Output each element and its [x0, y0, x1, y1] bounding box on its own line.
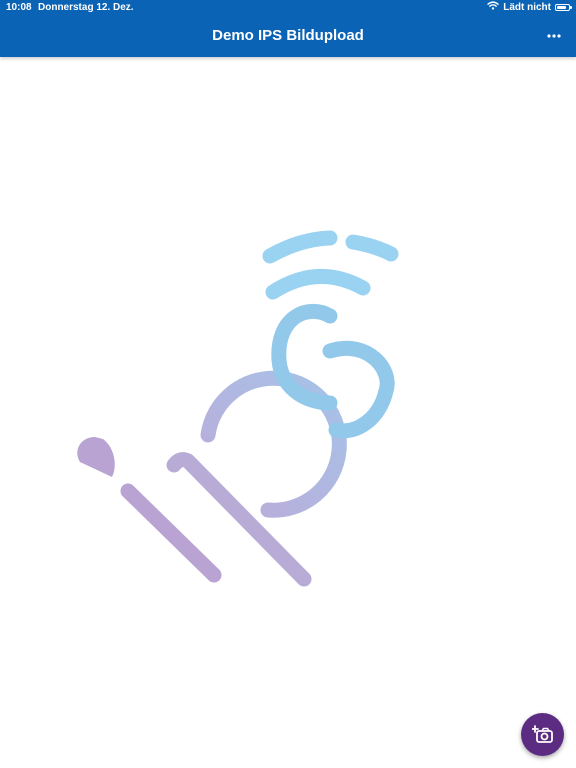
logo-dot: [77, 437, 115, 477]
status-bar: 10:08 Donnerstag 12. Dez. Lädt nicht: [0, 0, 576, 16]
status-right: Lädt nicht: [487, 1, 572, 13]
logo-wave-right: [345, 234, 399, 262]
battery-icon: [555, 3, 572, 11]
status-date: Donnerstag 12. Dez.: [38, 2, 134, 13]
logo-wave-left: [262, 230, 338, 264]
charging-status: Lädt nicht: [503, 1, 551, 13]
more-horizontal-icon: [547, 34, 561, 38]
top-bar: 10:08 Donnerstag 12. Dez. Lädt nicht Dem…: [0, 0, 576, 57]
status-time: 10:08: [6, 2, 32, 13]
ips-logo: [77, 230, 399, 587]
logo-i-stem: [120, 483, 222, 583]
page-title: Demo IPS Bildupload: [212, 27, 364, 44]
add-photo-button[interactable]: [521, 713, 564, 756]
logo-wave-inner: [265, 268, 371, 300]
logo-s-upper: [271, 303, 338, 411]
wifi-icon: [487, 1, 499, 13]
more-options-button[interactable]: [540, 24, 568, 48]
add-photo-camera-icon: [531, 724, 553, 743]
navigation-bar: Demo IPS Bildupload: [0, 18, 576, 57]
app-screen: 10:08 Donnerstag 12. Dez. Lädt nicht Dem…: [0, 0, 576, 768]
